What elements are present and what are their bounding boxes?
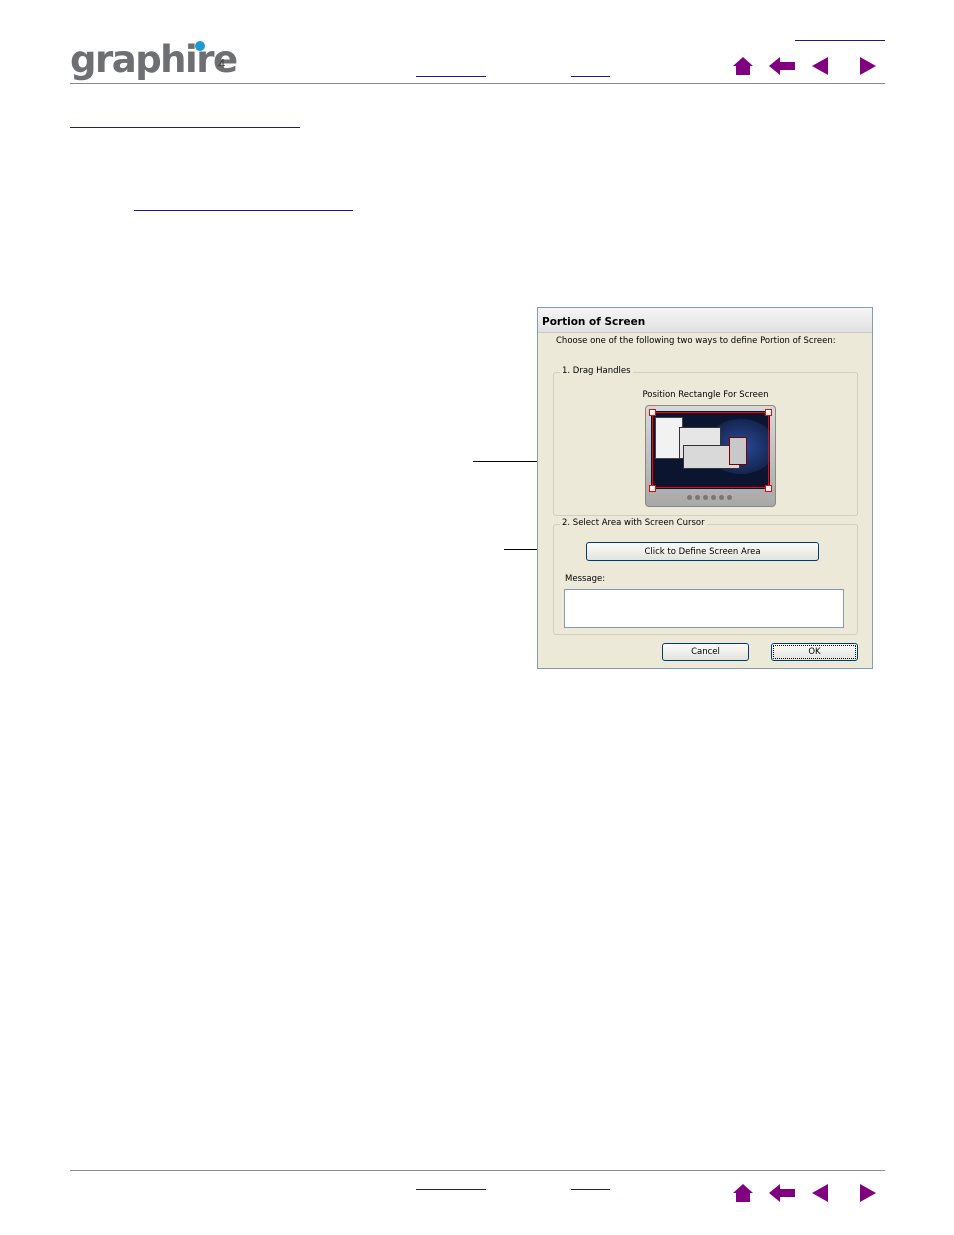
drag-handle-bottom-left[interactable] [649,485,656,492]
drag-handles-group: 1. Drag Handles Position Rectangle For S… [553,366,858,516]
ok-button[interactable]: OK [771,643,858,661]
monitor-preview[interactable] [645,405,776,507]
graphire-logo: graphire 4 [70,38,238,82]
footer-previous-page-icon[interactable] [807,1180,833,1206]
footer-home-icon[interactable] [730,1180,756,1206]
logo-dot [195,41,205,51]
message-label: Message: [565,574,606,584]
header-link-index[interactable] [571,76,610,77]
portion-of-screen-dialog: Portion of Screen Choose one of the foll… [537,307,873,669]
dialog-instruction: Choose one of the following two ways to … [556,336,836,346]
monitor-bezel-buttons [687,495,732,500]
select-area-group: 2. Select Area with Screen Cursor Click … [553,518,858,635]
drag-handle-top-left[interactable] [649,409,656,416]
monitor-screen [651,411,770,489]
drag-handle-top-right[interactable] [765,409,772,416]
footer-back-arrow-icon[interactable] [767,1180,797,1206]
body-link[interactable] [134,210,353,211]
cancel-button[interactable]: Cancel [662,643,749,661]
section-heading-link[interactable] [70,127,300,128]
logo-text: graphire [70,38,238,81]
define-screen-area-button[interactable]: Click to Define Screen Area [586,542,819,561]
logo-superscript: 4 [218,56,226,71]
selection-rectangle[interactable] [652,412,769,488]
drag-handles-label: 1. Drag Handles [560,366,633,376]
dialog-body: Choose one of the following two ways to … [539,333,871,667]
footer-rule [70,1170,885,1171]
home-icon[interactable] [730,53,756,79]
back-arrow-icon[interactable] [767,53,797,79]
preview-caption: Position Rectangle For Screen [642,390,769,400]
message-box[interactable] [564,589,844,628]
next-page-icon[interactable] [855,53,881,79]
drag-handle-bottom-right[interactable] [765,485,772,492]
select-area-label: 2. Select Area with Screen Cursor [560,518,707,528]
header-link-contents[interactable] [416,76,486,77]
footer-link-contents[interactable] [416,1189,486,1190]
footer-next-page-icon[interactable] [855,1180,881,1206]
dialog-title: Portion of Screen [538,308,872,333]
footer-link-index[interactable] [571,1189,610,1190]
previous-page-icon[interactable] [807,53,833,79]
header-rule [70,83,885,84]
top-right-link-underline[interactable] [795,40,885,41]
